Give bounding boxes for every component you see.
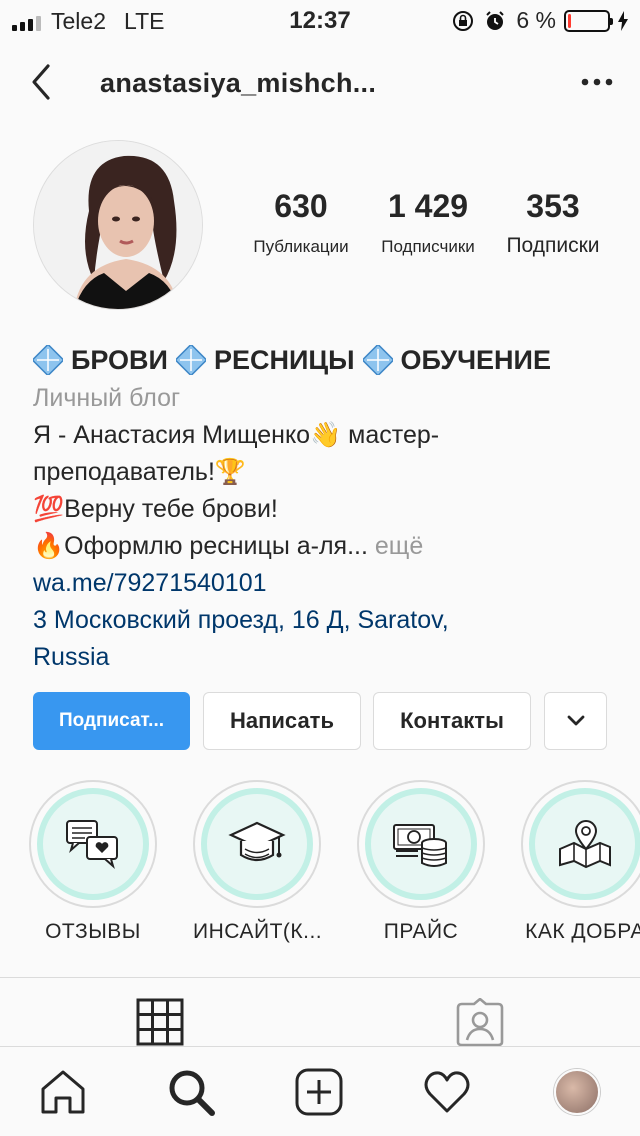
battery-percent: 6 % <box>516 7 556 33</box>
highlight-item[interactable]: ОТЗЫВЫ <box>29 780 157 944</box>
money-coins-icon <box>393 824 447 867</box>
more-horizontal-icon <box>581 78 613 86</box>
highlight-ring <box>193 780 321 908</box>
charging-icon <box>618 10 628 31</box>
bio-text: Оформлю ресницы а-ля... <box>64 532 368 560</box>
nav-profile[interactable] <box>552 1067 602 1117</box>
tab-posts-grid[interactable] <box>136 998 184 1051</box>
bio-text: мастер- <box>341 421 440 449</box>
battery-fill <box>568 13 572 28</box>
add-post-icon <box>295 1068 343 1116</box>
chat-heart-icon <box>66 820 118 869</box>
highlight-label: КАК ДОБРА <box>525 920 640 943</box>
nav-create-post[interactable] <box>294 1067 344 1117</box>
highlight-label: ОТЗЫВЫ <box>45 920 141 943</box>
follow-button[interactable]: Подписат... <box>33 692 190 750</box>
following-count-label: Подписки <box>506 234 600 257</box>
display-name-part: БРОВИ <box>71 344 168 375</box>
bio-text: Я - Анастасия Мищенко <box>33 421 311 449</box>
profile-avatar-icon <box>554 1069 600 1115</box>
following-count-value: 353 <box>526 188 580 224</box>
profile-category: Личный блог <box>33 384 181 412</box>
followers-count-value: 1 429 <box>387 188 469 224</box>
posts-count-label: Публикации <box>253 237 349 256</box>
bio-line: 💯Верну тебе брови! <box>33 491 613 528</box>
grid-icon <box>136 998 184 1046</box>
waving-hand-icon: 👋 <box>310 421 342 449</box>
status-bar-right: 6 % <box>452 7 628 34</box>
graduation-cap-icon <box>228 821 286 862</box>
posts-count-value: 630 <box>274 188 328 224</box>
trophy-icon: 🏆 <box>214 458 247 486</box>
bio-website-link[interactable]: wa.me/79271540101 <box>33 565 613 602</box>
chevron-down-icon <box>567 715 584 726</box>
highlight-item[interactable]: ИНСАЙТ(К... <box>193 780 323 944</box>
nav-activity[interactable] <box>422 1067 472 1117</box>
followers-count-label: Подписчики <box>381 237 475 256</box>
highlight-item[interactable]: ПРАЙС <box>357 780 485 944</box>
following-count[interactable]: 353 Подписки <box>498 188 608 258</box>
fire-icon: 🔥 <box>33 532 65 560</box>
profile-username: anastasiya_mishch... <box>100 68 377 98</box>
display-name-part: ОБУЧЕНИЕ <box>400 344 551 375</box>
highlight-ring <box>29 780 157 908</box>
followers-count[interactable]: 1 429 Подписчики <box>372 188 484 257</box>
battery-icon <box>564 9 613 32</box>
story-highlights: ОТЗЫВЫ ИНСАЙТ(К... ПРАЙС КАК ДОБРА <box>0 780 640 950</box>
highlight-label: ПРАЙС <box>383 920 459 943</box>
profile-bio: БРОВИ РЕСНИЦЫ ОБУЧЕНИЕ Личный блог Я - А… <box>31 340 613 676</box>
profile-photo <box>34 141 202 309</box>
hundred-points-icon: 💯 <box>33 495 65 523</box>
map-pin-icon <box>559 820 611 869</box>
message-button[interactable]: Написать <box>203 692 361 750</box>
profile-display-name: БРОВИ РЕСНИЦЫ ОБУЧЕНИЕ <box>31 340 613 380</box>
posts-count[interactable]: 630 Публикации <box>246 188 356 257</box>
address-line: 3 Московский проезд, 16 Д, Saratov, <box>33 606 449 634</box>
bio-line: Я - Анастасия Мищенко👋 мастер- <box>33 417 613 454</box>
bio-text: Верну тебе брови! <box>64 495 278 523</box>
highlight-cover <box>37 788 149 900</box>
heart-icon <box>424 1071 470 1113</box>
home-icon <box>41 1070 85 1114</box>
address-line: Russia <box>33 643 110 671</box>
highlight-ring <box>357 780 485 908</box>
more-options-button[interactable] <box>580 72 614 92</box>
profile-avatar[interactable] <box>33 140 203 310</box>
bio-more-link[interactable]: ещё <box>375 532 423 560</box>
search-icon <box>169 1070 215 1116</box>
status-bar: Tele2 LTE 12:37 6 % <box>0 0 640 40</box>
diamond-icon <box>174 343 208 377</box>
highlight-item[interactable]: КАК ДОБРА <box>521 780 640 944</box>
highlight-label: ИНСАЙТ(К... <box>193 920 323 943</box>
bio-address-link[interactable]: 3 Московский проезд, 16 Д, Saratov, Russ… <box>33 602 613 676</box>
nav-home[interactable] <box>38 1067 88 1117</box>
highlight-cover <box>529 788 640 900</box>
chevron-left-icon <box>32 64 50 100</box>
tagged-user-icon <box>456 997 504 1047</box>
bio-line: преподаватель!🏆 <box>33 454 613 491</box>
display-name-part: РЕСНИЦЫ <box>213 344 355 375</box>
tab-tagged[interactable] <box>456 997 504 1051</box>
bio-text: преподаватель! <box>33 458 215 486</box>
contacts-button[interactable]: Контакты <box>373 692 531 750</box>
back-button[interactable] <box>24 62 60 102</box>
highlight-cover <box>201 788 313 900</box>
rotation-lock-icon <box>452 10 474 32</box>
diamond-icon <box>360 343 395 377</box>
highlight-cover <box>365 788 477 900</box>
highlight-ring <box>521 780 640 908</box>
nav-search[interactable] <box>166 1067 216 1117</box>
section-divider <box>0 977 640 978</box>
profile-header: anastasiya_mishch... <box>0 52 640 112</box>
alarm-icon <box>484 10 506 32</box>
bio-line: 🔥Оформлю ресницы а-ля... ещё <box>33 528 613 565</box>
bottom-navigation <box>0 1047 640 1136</box>
diamond-icon <box>31 343 65 377</box>
suggested-accounts-button[interactable] <box>544 692 607 750</box>
profile-actions: Подписат... Написать Контакты <box>33 692 613 750</box>
